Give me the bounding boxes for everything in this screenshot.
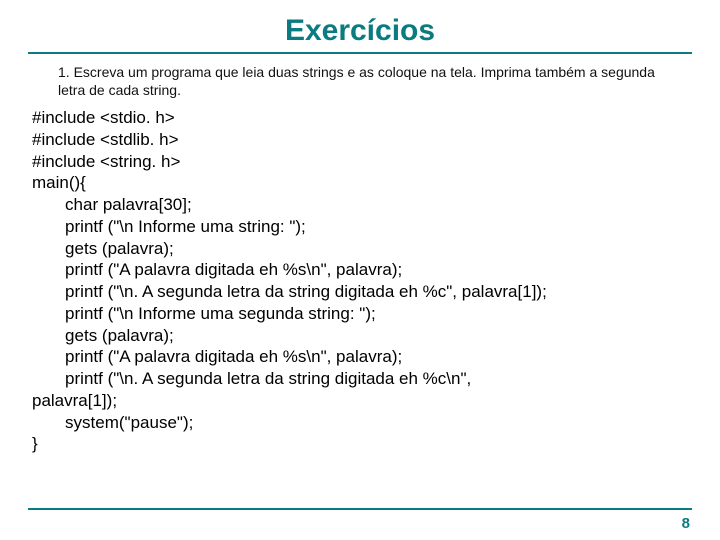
page-number: 8 [682,515,690,532]
slide: Exercícios 1. Escreva um programa que le… [0,0,720,540]
code-block: #include <stdio. h> #include <stdlib. h>… [32,107,692,455]
footer-divider [28,508,692,510]
page-title: Exercícios [28,8,692,52]
title-divider [28,52,692,54]
exercise-prompt: 1. Escreva um programa que leia duas str… [58,64,662,99]
